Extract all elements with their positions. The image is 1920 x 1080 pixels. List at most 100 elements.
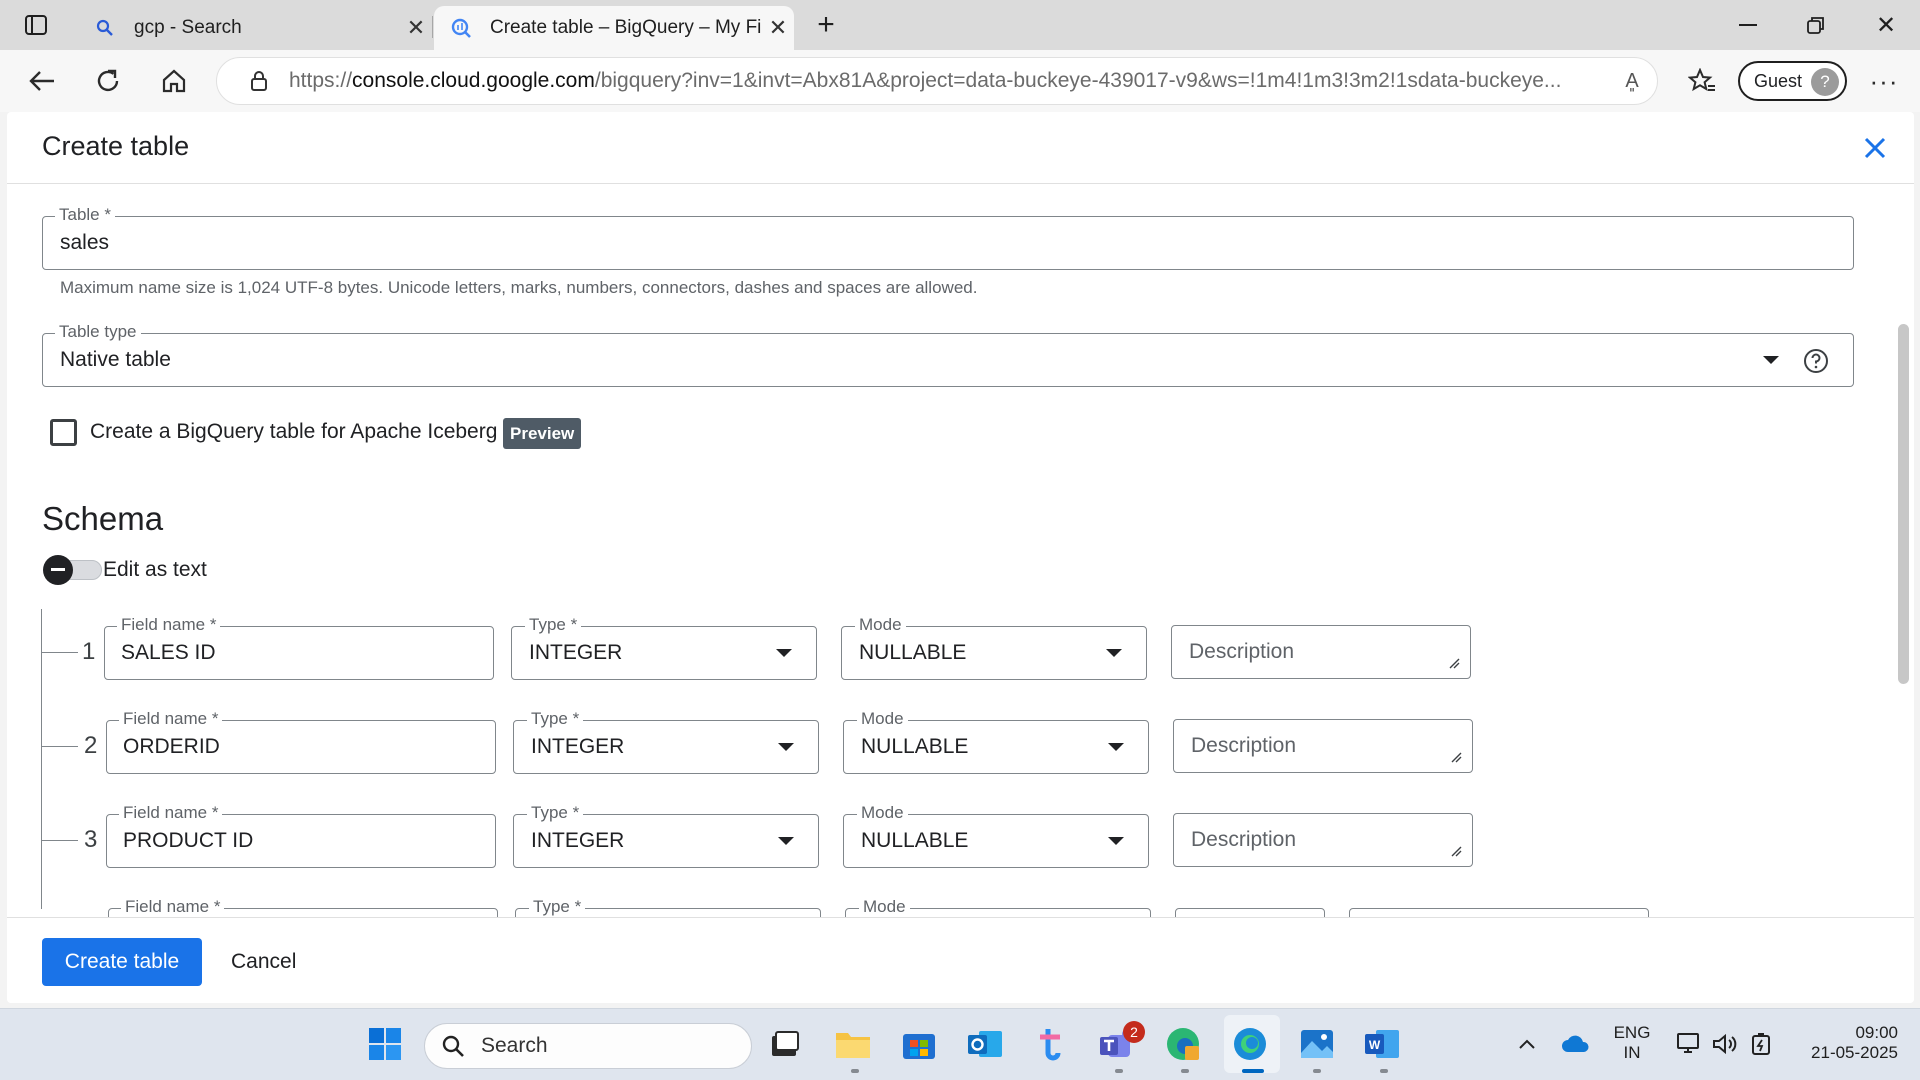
- home-icon[interactable]: [152, 59, 196, 103]
- chevron-down-icon[interactable]: [1108, 743, 1124, 751]
- file-explorer-icon[interactable]: [832, 1023, 874, 1065]
- description-placeholder: Description: [1191, 828, 1297, 851]
- edit-as-text-label: Edit as text: [103, 558, 207, 581]
- schema-tree-line: [41, 609, 42, 909]
- close-icon[interactable]: [1857, 130, 1893, 166]
- close-window-icon[interactable]: ✕: [1856, 0, 1916, 50]
- teams-chat-icon[interactable]: [1030, 1023, 1072, 1065]
- create-table-button[interactable]: Create table: [42, 938, 202, 986]
- mode-label: Mode: [857, 803, 908, 823]
- description-placeholder: Description: [1191, 734, 1297, 757]
- tab-create-table[interactable]: Create table – BigQuery – My First Proje…: [434, 6, 794, 50]
- mode-value: NULLABLE: [861, 735, 969, 758]
- profile-button[interactable]: Guest ?: [1738, 61, 1847, 101]
- mode-value: NULLABLE: [861, 829, 969, 852]
- tab-title: gcp - Search: [134, 17, 242, 38]
- taskbar-search-label: Search: [481, 1034, 548, 1057]
- type-value: INTEGER: [531, 829, 625, 852]
- favorites-icon[interactable]: [1680, 59, 1724, 103]
- windows-start-icon[interactable]: [364, 1023, 406, 1065]
- notification-badge: 2: [1123, 1021, 1145, 1043]
- running-indicator: [1181, 1069, 1189, 1073]
- edge-dev-icon[interactable]: [1162, 1023, 1204, 1065]
- chevron-down-icon[interactable]: [1763, 356, 1779, 364]
- read-aloud-icon[interactable]: A͈: [1607, 70, 1657, 93]
- search-icon: [94, 17, 116, 39]
- table-name-label: Table *: [55, 205, 115, 225]
- description-placeholder: Description: [1189, 640, 1295, 663]
- iceberg-checkbox-label[interactable]: Create a BigQuery table for Apache Icebe…: [90, 420, 497, 444]
- tab-actions-icon[interactable]: [6, 0, 66, 50]
- chevron-down-icon[interactable]: [1106, 649, 1122, 657]
- avatar-icon: ?: [1811, 68, 1839, 96]
- task-view-icon[interactable]: [764, 1023, 806, 1065]
- toggle-knob[interactable]: [43, 555, 73, 585]
- page-title: Create table: [42, 131, 190, 161]
- tab-separator: [432, 16, 433, 38]
- table-name-field[interactable]: [42, 216, 1854, 270]
- resize-handle-icon[interactable]: [1450, 845, 1462, 857]
- field-name-value[interactable]: SALES ID: [121, 641, 216, 665]
- tab-gcp-search[interactable]: gcp - Search ✕: [78, 6, 432, 50]
- profile-label: Guest: [1754, 70, 1803, 91]
- address-bar[interactable]: https://console.cloud.google.com/bigquer…: [216, 57, 1658, 105]
- close-tab-icon[interactable]: ✕: [762, 15, 794, 41]
- language-indicator[interactable]: ENG IN: [1610, 1023, 1654, 1063]
- word-icon[interactable]: W: [1361, 1023, 1403, 1065]
- close-tab-icon[interactable]: ✕: [400, 15, 432, 41]
- browser-tab-bar: gcp - Search ✕ Create table – BigQuery –…: [0, 0, 1920, 50]
- tree-connector: [42, 746, 78, 747]
- url-prefix: https://: [289, 69, 353, 92]
- date-text: 21-05-2025: [1811, 1043, 1898, 1062]
- field-name-label: Field name *: [119, 709, 223, 729]
- chevron-up-icon[interactable]: [1506, 1023, 1548, 1065]
- lock-icon[interactable]: [239, 70, 279, 92]
- resize-handle-icon[interactable]: [1448, 657, 1460, 669]
- tab-title: Create table – BigQuery – My First Proje…: [490, 17, 762, 38]
- taskbar-search[interactable]: Search: [424, 1023, 752, 1069]
- browser-nav-bar: https://console.cloud.google.com/bigquer…: [0, 50, 1920, 112]
- clock[interactable]: 09:00 21-05-2025: [1788, 1023, 1898, 1063]
- new-tab-icon[interactable]: +: [796, 0, 856, 50]
- table-type-value: Native table: [60, 348, 171, 371]
- microsoft-store-icon[interactable]: [898, 1023, 940, 1065]
- running-indicator: [851, 1069, 859, 1073]
- field-name-value[interactable]: PRODUCT ID: [123, 829, 253, 853]
- type-label: Type *: [527, 803, 584, 823]
- battery-icon[interactable]: [1740, 1023, 1782, 1065]
- minimize-icon[interactable]: [1718, 0, 1778, 50]
- chevron-down-icon[interactable]: [778, 743, 794, 751]
- edge-icon[interactable]: [1229, 1023, 1271, 1065]
- chevron-down-icon[interactable]: [778, 837, 794, 845]
- type-label: Type *: [527, 709, 584, 729]
- iceberg-checkbox[interactable]: [50, 419, 77, 446]
- type-label: Type *: [529, 897, 586, 917]
- active-indicator: [1242, 1069, 1264, 1073]
- back-icon[interactable]: [20, 59, 64, 103]
- help-icon[interactable]: [1803, 348, 1829, 379]
- running-indicator: [1115, 1069, 1123, 1073]
- tree-connector: [42, 840, 78, 841]
- search-icon: [442, 1035, 464, 1057]
- restore-icon[interactable]: [1786, 0, 1846, 50]
- url-text[interactable]: https://console.cloud.google.com/bigquer…: [289, 69, 1607, 93]
- chevron-down-icon[interactable]: [1108, 837, 1124, 845]
- cancel-button[interactable]: Cancel: [231, 938, 296, 986]
- scrollbar[interactable]: [1898, 324, 1909, 684]
- outlook-icon[interactable]: [964, 1023, 1006, 1065]
- url-path: /bigquery?inv=1&invt=Abx81A&project=data…: [594, 69, 1562, 92]
- refresh-icon[interactable]: [86, 59, 130, 103]
- table-type-select[interactable]: [42, 333, 1854, 387]
- onedrive-icon[interactable]: [1554, 1023, 1596, 1065]
- field-name-value[interactable]: ORDERID: [123, 735, 220, 759]
- mode-label: Mode: [859, 897, 910, 917]
- resize-handle-icon[interactable]: [1450, 751, 1462, 763]
- photos-icon[interactable]: [1296, 1023, 1338, 1065]
- row-number: 2: [84, 732, 98, 759]
- table-name-value[interactable]: sales: [60, 231, 109, 255]
- field-name-label: Field name *: [119, 803, 223, 823]
- more-options-icon[interactable]: ···: [1862, 59, 1906, 103]
- tree-connector: [42, 652, 78, 653]
- mode-value: NULLABLE: [859, 641, 967, 664]
- chevron-down-icon[interactable]: [776, 649, 792, 657]
